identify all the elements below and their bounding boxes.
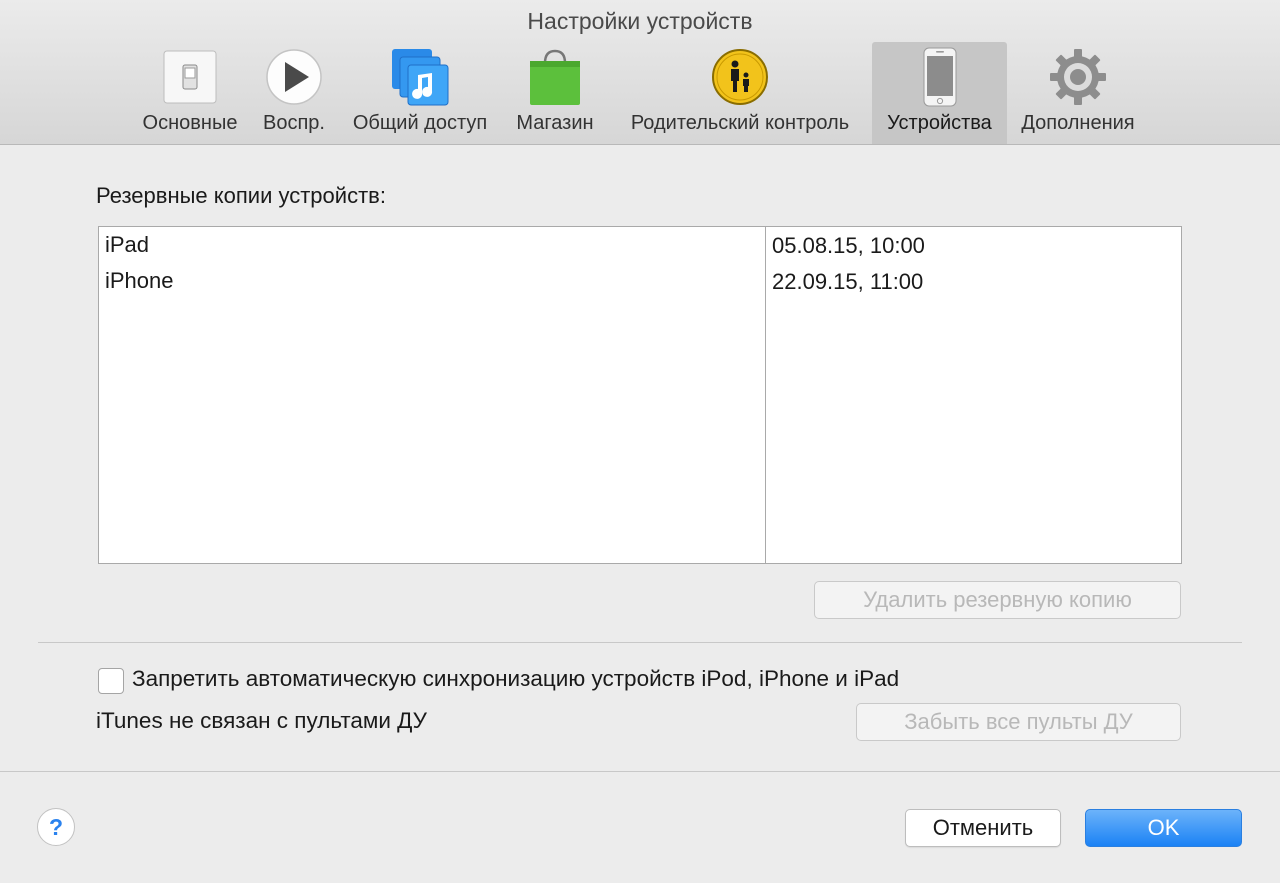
forget-remotes-button[interactable]: Забыть все пульты ДУ [856,703,1181,741]
help-button[interactable]: ? [37,808,75,846]
backup-table[interactable]: iPad 05.08.15, 10:00 iPhone 22.09.15, 11… [98,226,1182,564]
play-icon [266,49,322,105]
tab-sharing[interactable]: Общий доступ [342,42,498,144]
cancel-button[interactable]: Отменить [905,809,1061,847]
tab-playback[interactable]: Воспр. [255,42,333,144]
tab-label: Общий доступ [352,112,488,134]
tab-label: Устройства [887,112,992,134]
gear-icon [1050,49,1106,105]
tab-label: Воспр. [263,112,325,134]
music-library-icon [392,49,449,106]
ok-button[interactable]: OK [1085,809,1242,847]
tab-general[interactable]: Основные [134,42,246,144]
shopping-bag-icon [530,49,580,105]
parental-control-icon [712,49,768,105]
tab-devices[interactable]: Устройства [872,42,1007,144]
iphone-icon [923,47,956,107]
toolbar: Настройки устройств Основные Воспр. Общи… [0,0,1280,145]
window-title: Настройки устройств [527,8,753,34]
tab-advanced[interactable]: Дополнения [1012,42,1144,144]
backup-date: 05.08.15, 10:00 [772,233,925,258]
device-name: iPhone [105,268,174,293]
backups-label: Резервные копии устройств: [96,183,386,208]
footer-divider [0,771,1280,772]
backup-date: 22.09.15, 11:00 [772,269,924,294]
divider [38,642,1242,643]
table-row[interactable]: iPad 05.08.15, 10:00 [99,227,1181,263]
preferences-window: Настройки устройств Основные Воспр. Общи… [0,0,1280,883]
prevent-sync-checkbox[interactable] [98,668,124,694]
tab-label: Магазин [516,112,594,134]
tab-store[interactable]: Магазин [508,42,602,144]
prevent-sync-label[interactable]: Запретить автоматическую синхронизацию у… [132,666,899,692]
tab-parental-control[interactable]: Родительский контроль [611,42,869,144]
tab-label: Основные [142,112,238,134]
tab-label: Дополнения [1021,112,1135,134]
table-row[interactable]: iPhone 22.09.15, 11:00 [99,263,1181,299]
switch-icon [163,50,217,104]
device-name: iPad [105,232,150,257]
tab-label: Родительский контроль [630,112,850,134]
help-icon: ? [48,813,64,840]
delete-backup-button[interactable]: Удалить резервную копию [814,581,1181,619]
remotes-status: iTunes не связан с пультами ДУ [96,708,427,733]
